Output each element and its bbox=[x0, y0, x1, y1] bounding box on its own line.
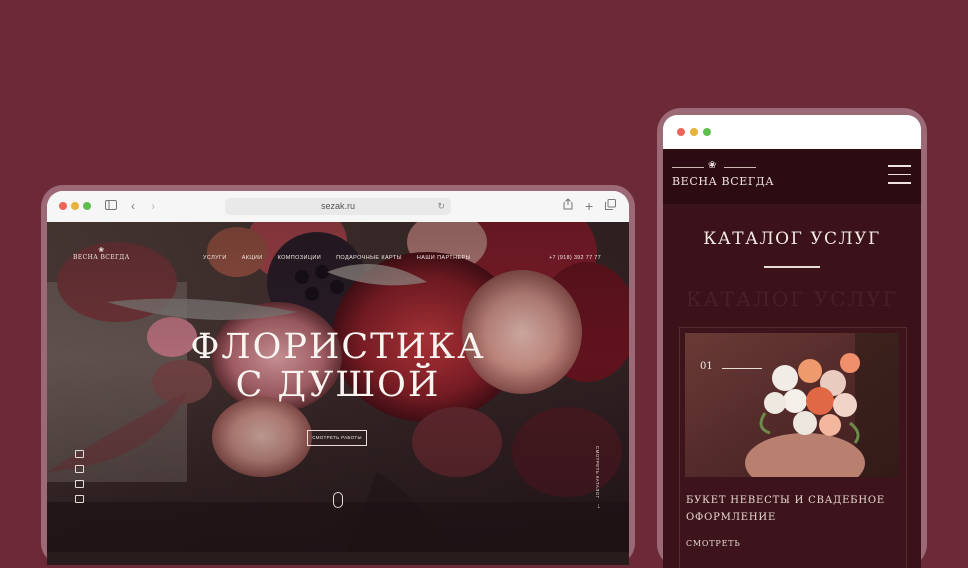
catalog-title-underline bbox=[764, 266, 820, 268]
social-icon-facebook[interactable] bbox=[75, 465, 84, 473]
tabs-icon[interactable] bbox=[605, 198, 616, 214]
nav-item-promotions[interactable]: АКЦИИ bbox=[242, 255, 263, 261]
address-text: sezak.ru bbox=[320, 201, 355, 211]
logo-line-right bbox=[724, 167, 756, 168]
close-window-button[interactable] bbox=[59, 202, 67, 210]
mobile-site-header: ❀ ВЕСНА ВСЕГДА bbox=[663, 149, 921, 204]
zoom-window-button[interactable] bbox=[703, 128, 711, 136]
mobile-device: ❀ ВЕСНА ВСЕГДА КАТАЛОГ УСЛУГ КАТАЛОГ УСЛ… bbox=[657, 108, 927, 568]
minimize-window-button[interactable] bbox=[71, 202, 79, 210]
mobile-browser-bar bbox=[663, 115, 921, 149]
view-works-button[interactable]: СМОТРЕТЬ РАБОТЫ bbox=[307, 430, 367, 446]
view-catalog-link[interactable]: СМОТРЕТЬ КАТАЛОГ bbox=[595, 446, 600, 498]
minimize-window-button[interactable] bbox=[690, 128, 698, 136]
sidebar-icon[interactable] bbox=[105, 198, 117, 214]
hero-section: ❀ ВЕСНА ВСЕГДА УСЛУГИ АКЦИИ КОМПОЗИЦИИ П… bbox=[47, 222, 629, 565]
mouse-scroll-icon bbox=[333, 492, 343, 508]
nav-item-gift-cards[interactable]: ПОДАРОЧНЫЕ КАРТЫ bbox=[336, 255, 402, 261]
forward-icon[interactable]: › bbox=[151, 198, 155, 214]
mobile-logo-text: ВЕСНА ВСЕГДА bbox=[672, 175, 775, 188]
address-bar[interactable]: sezak.ru ↻ bbox=[225, 198, 451, 215]
site-logo[interactable]: ❀ ВЕСНА ВСЕГДА bbox=[73, 246, 130, 261]
nav-item-partners[interactable]: НАШИ ПАРТНЕРЫ bbox=[417, 255, 471, 261]
new-tab-icon[interactable]: + bbox=[585, 198, 593, 214]
mobile-site-logo[interactable]: ❀ ВЕСНА ВСЕГДА bbox=[672, 160, 775, 188]
hero-title: ФЛОРИСТИКА С ДУШОЙ bbox=[47, 328, 629, 404]
close-window-button[interactable] bbox=[677, 128, 685, 136]
nav-item-compositions[interactable]: КОМПОЗИЦИИ bbox=[278, 255, 321, 261]
back-icon[interactable]: ‹ bbox=[131, 198, 135, 214]
arrow-down-icon[interactable]: ↓ bbox=[597, 503, 601, 510]
logo-line-left bbox=[672, 167, 704, 168]
card-number: 01 bbox=[700, 361, 713, 372]
lotus-logo-icon: ❀ bbox=[708, 160, 717, 171]
mobile-browser-window: ❀ ВЕСНА ВСЕГДА КАТАЛОГ УСЛУГ КАТАЛОГ УСЛ… bbox=[663, 115, 921, 568]
bride-bouquet-image: 01 bbox=[685, 333, 899, 477]
reload-icon[interactable]: ↻ bbox=[437, 198, 445, 215]
nav-item-services[interactable]: УСЛУГИ bbox=[203, 255, 227, 261]
main-nav: УСЛУГИ АКЦИИ КОМПОЗИЦИИ ПОДАРОЧНЫЕ КАРТЫ… bbox=[203, 255, 471, 261]
desktop-browser-window: ‹ › sezak.ru ↻ + ❀ ВЕСНА ВСЕГДА УСЛУГИ А… bbox=[47, 191, 629, 565]
share-icon[interactable] bbox=[563, 198, 573, 214]
social-icon-instagram[interactable] bbox=[75, 450, 84, 458]
logo-mark: ❀ bbox=[672, 160, 774, 173]
desktop-device: ‹ › sezak.ru ↻ + ❀ ВЕСНА ВСЕГДА УСЛУГИ А… bbox=[41, 185, 635, 565]
catalog-title: КАТАЛОГ УСЛУГ bbox=[703, 229, 881, 249]
browser-toolbar: ‹ › sezak.ru ↻ + bbox=[47, 191, 629, 223]
service-card[interactable]: 01 БУКЕТ НЕВЕСТЫ И СВАДЕБНОЕ ОФОРМЛЕНИЕ … bbox=[679, 327, 907, 568]
menu-icon[interactable] bbox=[888, 165, 911, 191]
zoom-window-button[interactable] bbox=[83, 202, 91, 210]
mobile-catalog-section: КАТАЛОГ УСЛУГ КАТАЛОГ УСЛУГ 01 БУКЕТ НЕВ… bbox=[663, 204, 921, 568]
hero-title-line-1: ФЛОРИСТИКА bbox=[190, 327, 486, 367]
card-title: БУКЕТ НЕВЕСТЫ И СВАДЕБНОЕ ОФОРМЛЕНИЕ bbox=[686, 495, 885, 523]
catalog-ghost-title: КАТАЛОГ УСЛУГ bbox=[686, 287, 898, 311]
hero-title-line-2: С ДУШОЙ bbox=[235, 365, 441, 405]
phone-number[interactable]: +7 (918) 392 77 77 bbox=[549, 255, 601, 261]
card-number-line bbox=[722, 368, 762, 369]
site-logo-text: ВЕСНА ВСЕГДА bbox=[73, 254, 130, 261]
social-icon-email[interactable] bbox=[75, 495, 84, 503]
lotus-logo-icon: ❀ bbox=[98, 246, 105, 254]
social-icon-telegram[interactable] bbox=[75, 480, 84, 488]
